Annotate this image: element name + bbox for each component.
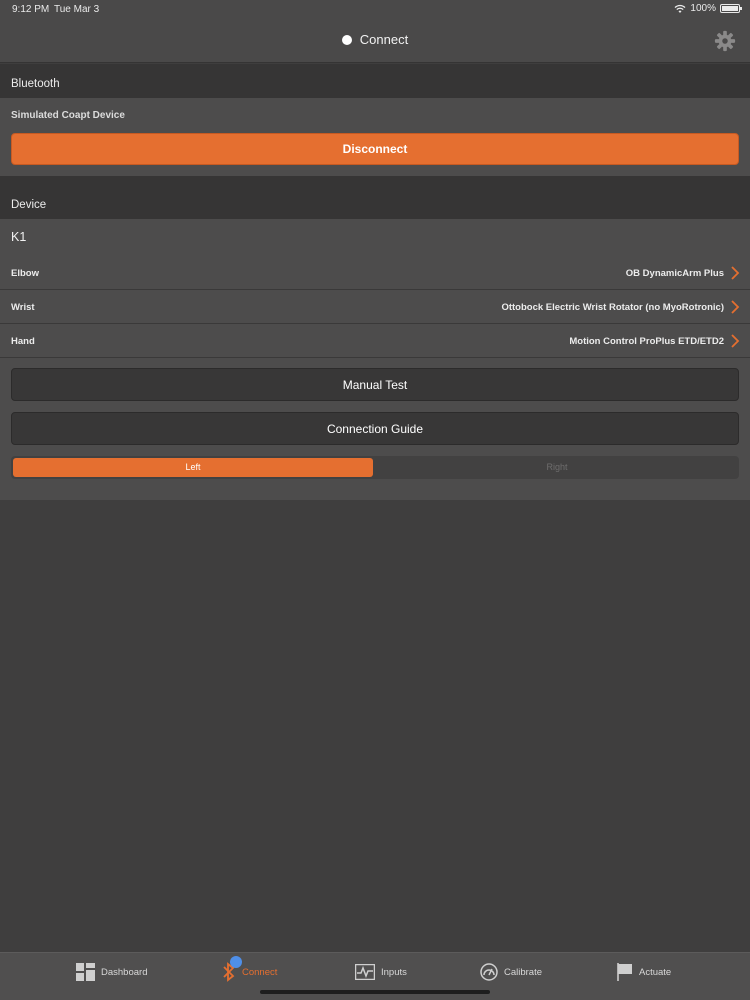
hand-label: Hand xyxy=(11,336,35,347)
device-name: K1 xyxy=(11,230,27,244)
status-bar: 9:12 PM Tue Mar 3 100% xyxy=(0,0,750,20)
status-time: 9:12 PM xyxy=(12,4,50,15)
connection-guide-button[interactable]: Connection Guide xyxy=(11,412,739,445)
tab-calibrate[interactable]: Calibrate xyxy=(480,961,542,983)
hand-row[interactable]: Hand Motion Control ProPlus ETD/ETD2 xyxy=(0,324,750,358)
bluetooth-section-header: Bluetooth xyxy=(0,64,750,98)
battery-percent: 100% xyxy=(690,3,716,14)
wrist-row[interactable]: Wrist Ottobock Electric Wrist Rotator (n… xyxy=(0,290,750,324)
wrist-value: Ottobock Electric Wrist Rotator (no MyoR… xyxy=(501,302,724,313)
elbow-label: Elbow xyxy=(11,268,39,279)
waveform-icon xyxy=(355,964,375,980)
dashboard-icon xyxy=(76,963,95,981)
tab-dashboard-label: Dashboard xyxy=(101,966,148,978)
bluetooth-device-name: Simulated Coapt Device xyxy=(11,110,125,121)
chevron-right-icon xyxy=(731,300,740,314)
nav-title: Connect xyxy=(0,32,750,47)
notification-badge xyxy=(230,956,242,968)
status-right: 100% xyxy=(674,3,742,14)
nav-title-text: Connect xyxy=(359,32,409,47)
tab-connect-label: Connect xyxy=(242,966,278,978)
side-segmented-control: Left Right xyxy=(11,456,739,479)
status-date: Tue Mar 3 xyxy=(54,4,100,15)
connection-status-icon xyxy=(341,35,352,45)
flag-icon xyxy=(617,963,632,981)
tab-inputs[interactable]: Inputs xyxy=(355,961,407,983)
wrist-label: Wrist xyxy=(11,302,35,313)
wifi-icon xyxy=(674,4,686,13)
nav-bar: Connect xyxy=(0,20,750,63)
tab-calibrate-label: Calibrate xyxy=(504,966,543,978)
chevron-right-icon xyxy=(731,334,740,348)
tab-dashboard[interactable]: Dashboard xyxy=(76,961,147,983)
disconnect-button[interactable]: Disconnect xyxy=(11,133,739,165)
tab-actuate-label: Actuate xyxy=(639,966,672,978)
elbow-row[interactable]: Elbow OB DynamicArm Plus xyxy=(0,256,750,290)
home-indicator xyxy=(260,990,490,994)
chevron-right-icon xyxy=(731,266,740,280)
tab-inputs-label: Inputs xyxy=(381,966,407,978)
side-option-left[interactable]: Left xyxy=(13,458,373,477)
tab-actuate[interactable]: Actuate xyxy=(617,961,671,983)
gear-icon[interactable] xyxy=(714,30,736,52)
elbow-value: OB DynamicArm Plus xyxy=(625,268,724,279)
gauge-icon xyxy=(480,963,498,981)
manual-test-button[interactable]: Manual Test xyxy=(11,368,739,401)
hand-value: Motion Control ProPlus ETD/ETD2 xyxy=(569,336,724,347)
battery-icon xyxy=(720,4,742,13)
device-section-header: Device xyxy=(0,176,750,219)
side-option-right[interactable]: Right xyxy=(377,458,737,477)
